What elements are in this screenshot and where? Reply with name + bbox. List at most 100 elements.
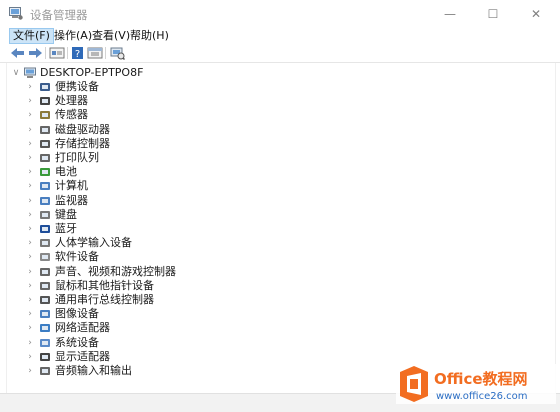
tree-category-label: 电池 <box>55 165 77 178</box>
tree-category-label: 处理器 <box>55 94 88 107</box>
back-arrow-icon[interactable] <box>10 46 26 60</box>
computer-icon <box>24 67 36 78</box>
svg-text:Office教程网: Office教程网 <box>434 370 528 388</box>
usb-controller-icon <box>40 296 50 304</box>
expand-chevron-icon[interactable]: › <box>25 166 35 178</box>
expand-chevron-icon[interactable]: › <box>25 138 35 150</box>
close-button[interactable]: ✕ <box>516 4 556 24</box>
tree-category-item[interactable]: › 网络适配器 <box>7 321 547 335</box>
expand-chevron-icon[interactable]: › <box>25 109 35 121</box>
expand-chevron-icon[interactable]: › <box>25 351 35 363</box>
software-device-icon <box>40 253 50 261</box>
expand-chevron-icon[interactable]: › <box>25 152 35 164</box>
tree-category-label: 人体学输入设备 <box>55 236 132 249</box>
menu-view[interactable]: 查看(V) <box>92 28 130 44</box>
device-tree[interactable]: ∨ DESKTOP-EPTPO8F › 便携设备 › 处理器 › 传感器 › 磁盘驱动器 › 存储… <box>6 63 556 393</box>
tree-category-label: 鼠标和其他指针设备 <box>55 279 154 292</box>
tree-category-item[interactable]: › 软件设备 <box>7 250 547 264</box>
bluetooth-icon <box>40 225 50 233</box>
expand-chevron-icon[interactable]: › <box>25 266 35 278</box>
tree-category-label: 存储控制器 <box>55 137 110 150</box>
tree-category-item[interactable]: › 磁盘驱动器 <box>7 123 547 137</box>
tree-category-item[interactable]: › 人体学输入设备 <box>7 236 547 250</box>
sound-icon <box>40 268 50 276</box>
device-manager-icon <box>9 7 23 20</box>
tree-category-label: 通用串行总线控制器 <box>55 293 154 306</box>
menu-file[interactable]: 文件(F) <box>9 28 54 44</box>
expand-chevron-icon[interactable]: › <box>25 280 35 292</box>
tree-category-item[interactable]: › 电池 <box>7 165 547 179</box>
tree-category-item[interactable]: › 图像设备 <box>7 307 547 321</box>
tree-root[interactable]: ∨ DESKTOP-EPTPO8F <box>7 66 547 80</box>
expand-chevron-icon[interactable]: › <box>25 195 35 207</box>
expand-chevron-icon[interactable]: › <box>25 365 35 377</box>
battery-icon <box>40 168 50 176</box>
audio-io-icon <box>40 367 50 375</box>
window-title: 设备管理器 <box>30 8 88 22</box>
expand-chevron-icon[interactable]: › <box>25 294 35 306</box>
expand-chevron-icon[interactable]: › <box>25 308 35 320</box>
expand-chevron-icon[interactable]: › <box>25 124 35 136</box>
expand-chevron-icon[interactable]: › <box>25 337 35 349</box>
disk-drive-icon <box>40 126 50 134</box>
tree-category-label: 软件设备 <box>55 250 99 263</box>
tree-category-item[interactable]: › 蓝牙 <box>7 222 547 236</box>
hid-icon <box>40 239 50 247</box>
storage-controller-icon <box>40 140 50 148</box>
help-icon[interactable]: ? <box>70 46 86 60</box>
svg-text:?: ? <box>75 49 80 60</box>
tree-category-label: 计算机 <box>55 179 88 192</box>
tree-category-item[interactable]: › 监视器 <box>7 194 547 208</box>
view-icon[interactable] <box>87 46 103 60</box>
tree-category-item[interactable]: › 便携设备 <box>7 80 547 94</box>
tree-category-item[interactable]: › 声音、视频和游戏控制器 <box>7 265 547 279</box>
expand-chevron-icon[interactable]: › <box>25 223 35 235</box>
tree-category-label: 图像设备 <box>55 307 99 320</box>
toolbar-separator <box>105 47 106 59</box>
tree-category-label: 传感器 <box>55 108 88 121</box>
toolbar: ? <box>0 44 560 62</box>
tree-category-label: 音频输入和输出 <box>55 364 132 377</box>
scan-hardware-icon[interactable] <box>109 46 125 60</box>
tree-category-label: 蓝牙 <box>55 222 77 235</box>
tree-category-label: 声音、视频和游戏控制器 <box>55 265 176 278</box>
tree-category-item[interactable]: › 通用串行总线控制器 <box>7 293 547 307</box>
tree-category-item[interactable]: › 键盘 <box>7 208 547 222</box>
menu-bar: 文件(F) 操作(A) 查看(V) 帮助(H) <box>0 28 560 44</box>
tree-category-item[interactable]: › 系统设备 <box>7 336 547 350</box>
tree-category-label: 键盘 <box>55 208 77 221</box>
expand-chevron-icon[interactable]: › <box>25 95 35 107</box>
expand-chevron-icon[interactable]: › <box>25 180 35 192</box>
monitor-icon <box>40 197 50 205</box>
expand-chevron-icon[interactable]: › <box>25 237 35 249</box>
forward-arrow-icon[interactable] <box>27 46 43 60</box>
minimize-button[interactable]: — <box>430 4 470 24</box>
tree-category-item[interactable]: › 计算机 <box>7 179 547 193</box>
portable-device-icon <box>40 83 50 91</box>
tree-category-label: 系统设备 <box>55 336 99 349</box>
properties-icon[interactable] <box>49 46 65 60</box>
office-watermark-logo: Office教程网 www.office26.com <box>396 364 556 404</box>
tree-category-label: 便携设备 <box>55 80 99 93</box>
expand-chevron-icon[interactable]: › <box>25 209 35 221</box>
tree-category-label: 显示适配器 <box>55 350 110 363</box>
tree-category-item[interactable]: › 存储控制器 <box>7 137 547 151</box>
display-adapter-icon <box>40 353 50 361</box>
expand-chevron-icon[interactable]: › <box>25 81 35 93</box>
tree-category-label: 磁盘驱动器 <box>55 123 110 136</box>
computer-icon <box>40 182 50 190</box>
network-adapter-icon <box>40 324 50 332</box>
collapse-chevron-icon[interactable]: ∨ <box>11 67 21 79</box>
menu-help[interactable]: 帮助(H) <box>130 28 169 44</box>
sensor-icon <box>40 111 50 119</box>
expand-chevron-icon[interactable]: › <box>25 251 35 263</box>
expand-chevron-icon[interactable]: › <box>25 322 35 334</box>
print-queue-icon <box>40 154 50 162</box>
tree-category-item[interactable]: › 打印队列 <box>7 151 547 165</box>
imaging-device-icon <box>40 310 50 318</box>
menu-action[interactable]: 操作(A) <box>54 28 92 44</box>
tree-category-item[interactable]: › 处理器 <box>7 94 547 108</box>
maximize-button[interactable]: ☐ <box>473 4 513 24</box>
tree-category-item[interactable]: › 鼠标和其他指针设备 <box>7 279 547 293</box>
tree-category-item[interactable]: › 传感器 <box>7 108 547 122</box>
